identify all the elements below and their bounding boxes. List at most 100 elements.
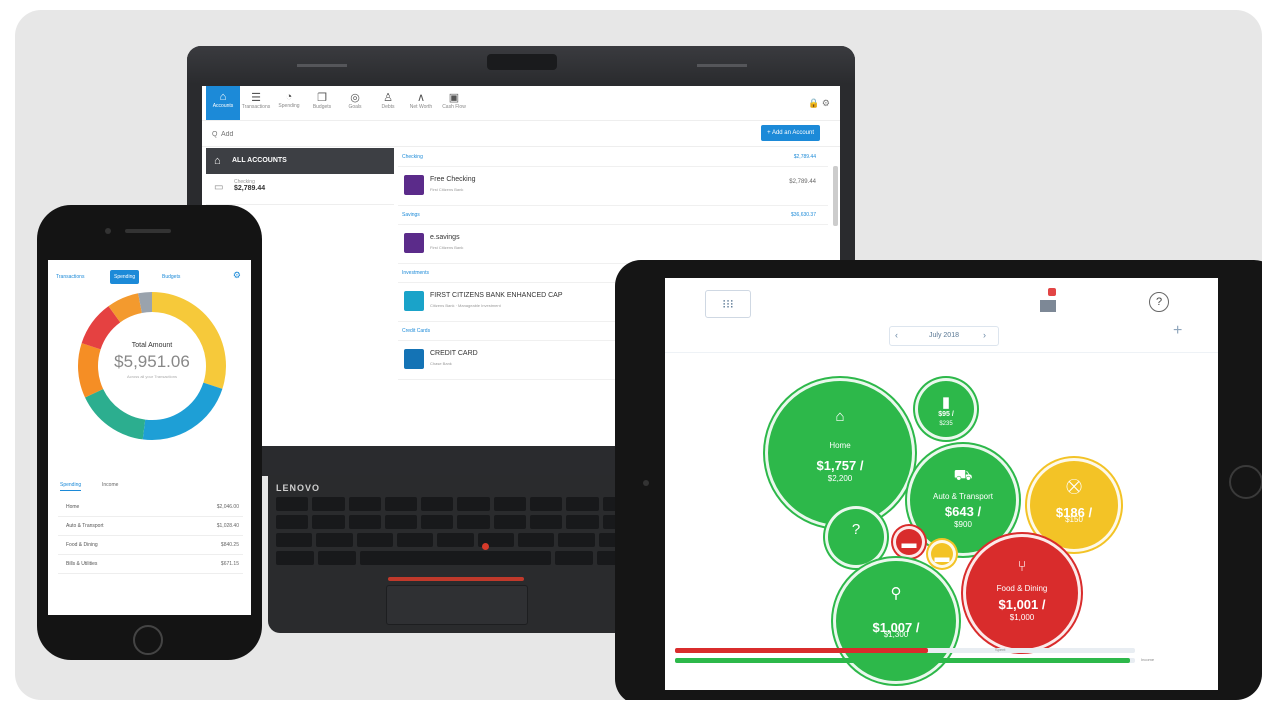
tab-accounts[interactable]: ⌂ Accounts: [206, 86, 240, 120]
bubble-uncategorized[interactable]: ?: [825, 506, 887, 568]
account-logo: [404, 291, 424, 311]
tab-transactions[interactable]: Transactions: [52, 270, 88, 284]
account-amount: $2,789.44: [789, 179, 816, 185]
account-logo: [404, 175, 424, 195]
tab-label: Accounts: [212, 103, 234, 109]
laptop-bezel: [187, 46, 855, 84]
drinks-icon: ▮: [941, 394, 951, 412]
trackpoint[interactable]: [482, 543, 489, 550]
home-button[interactable]: [133, 625, 163, 655]
laptop-toolbar: 🔒 ⚙ ⌂ Accounts ☰ Transactions ◔ Spending ❐ Budg…: [202, 86, 840, 121]
bubble-budget: $150: [1065, 515, 1083, 525]
add-icon[interactable]: +: [1173, 322, 1182, 340]
income-label: Income: [1141, 657, 1155, 662]
debt-icon: ♙: [383, 92, 393, 104]
tab-cash-flow[interactable]: ▣ Cash Flow: [437, 86, 471, 120]
goal-icon: ◎: [350, 92, 360, 104]
bank-icon[interactable]: [1040, 288, 1062, 312]
phone-speaker: [125, 229, 171, 233]
list-item[interactable]: Food & Dining $840.25: [58, 536, 243, 555]
income-bar: [675, 658, 1131, 663]
spending-donut: Total Amount $5,951.06 Across all your T…: [72, 286, 232, 446]
category-value: $1,028.40: [216, 523, 239, 529]
category-list: Home $2,046.00 Auto & Transport $1,028.40 …: [58, 498, 243, 574]
lock-icon[interactable]: 🔒 ⚙: [808, 98, 830, 109]
bar-track: [675, 648, 1135, 653]
bubble-amount: $1,757 /: [816, 458, 864, 473]
bubble-utilities[interactable]: ⚲ $1,007 /$1,300: [833, 558, 959, 684]
bubble-title: Auto & Transport: [932, 491, 994, 501]
touchpad[interactable]: [386, 585, 528, 625]
phone-subtabs: Spending Income: [60, 482, 240, 494]
bubble-amount: $643 /: [944, 504, 982, 520]
bar-track: [675, 658, 1135, 663]
bank-building: [1040, 300, 1056, 312]
all-accounts-label: ALL ACCOUNTS: [232, 157, 287, 164]
sidebar-item-checking[interactable]: ▭ Checking $2,789.44: [206, 174, 394, 205]
auto-transport-icon: ⛟: [953, 467, 973, 485]
list-item[interactable]: Bills & Utilities $671.15: [58, 555, 243, 574]
bubble-food-dining[interactable]: ⑂ Food & Dining $1,001 /$1,000: [963, 534, 1081, 652]
tab-goals[interactable]: ◎ Goals: [338, 86, 372, 120]
tab-debts[interactable]: ♙ Debts: [371, 86, 405, 120]
subtab-income[interactable]: Income: [102, 482, 118, 490]
all-accounts-header[interactable]: ⌂ ALL ACCOUNTS: [206, 148, 394, 174]
next-month-icon[interactable]: ›: [983, 326, 986, 344]
help-icon[interactable]: ?: [1149, 292, 1169, 312]
background-panel: 🔒 ⚙ ⌂ Accounts ☰ Transactions ◔ Spending ❐ Budg…: [15, 10, 1262, 700]
spent-label: Spent: [995, 647, 1006, 652]
bubble-home[interactable]: ⌂ Home $1,757 /$2,200: [765, 378, 915, 528]
search-row: + Add an Account: [202, 120, 840, 147]
key-row: [276, 497, 635, 511]
bubble-misc[interactable]: ▬: [928, 540, 956, 568]
subtab-spending[interactable]: Spending: [60, 482, 82, 491]
search-input[interactable]: [210, 126, 414, 142]
add-account-button[interactable]: + Add an Account: [761, 125, 820, 141]
tab-spending[interactable]: ◔ Spending: [272, 86, 306, 120]
account-row[interactable]: e.savings First Citizens Bank: [398, 225, 828, 264]
pie-icon: ◔: [285, 91, 293, 103]
account-name: CREDIT CARD: [430, 350, 478, 357]
laptop-camera: [487, 54, 557, 70]
budget-icon: ❐: [317, 92, 327, 104]
tab-label: Transactions: [241, 104, 271, 110]
laptop-keyboard: LENOVO: [268, 475, 643, 633]
hinge-right: [697, 64, 747, 67]
category-name: Bills & Utilities: [66, 561, 98, 567]
laptop-brand: LENOVO: [276, 483, 321, 493]
bubble-drinks[interactable]: ▮ $95 / $235: [915, 378, 977, 440]
account-institution: Chase Bank: [430, 361, 452, 366]
tab-budgets[interactable]: Budgets: [158, 270, 184, 284]
tab-spending[interactable]: Spending: [110, 270, 140, 284]
donut-center: Total Amount $5,951.06 Across all your T…: [72, 286, 232, 446]
bubble-budget: $1,300: [883, 630, 909, 640]
tablet-camera: [643, 480, 649, 486]
prev-month-icon[interactable]: ‹: [895, 326, 898, 344]
bubble-title: Food & Dining: [996, 584, 1048, 594]
bubble-budget: $235: [939, 420, 953, 427]
notification-badge: [1048, 288, 1056, 296]
trackpad-buttons[interactable]: [388, 577, 524, 581]
key-row: [276, 533, 635, 547]
tab-net-worth[interactable]: ∧ Net Worth: [404, 86, 438, 120]
grid-icon[interactable]: ⁝⁝⁝: [705, 290, 751, 318]
gear-icon[interactable]: ⚙: [233, 270, 241, 281]
section-total: $36,630.37: [790, 212, 816, 218]
sidebar-item-amount: $2,789.44: [234, 185, 266, 192]
total-label: Total Amount: [131, 342, 173, 349]
tab-transactions[interactable]: ☰ Transactions: [239, 86, 273, 120]
list-item[interactable]: Auto & Transport $1,028.40: [58, 517, 243, 536]
section-header: Checking $2,789.44: [398, 148, 828, 167]
category-name: Food & Dining: [66, 542, 98, 548]
list-item[interactable]: Home $2,046.00: [58, 498, 243, 517]
scrollbar[interactable]: [833, 166, 838, 226]
list-icon: ☰: [251, 92, 261, 104]
tab-budgets[interactable]: ❐ Budgets: [305, 86, 339, 120]
phone-camera: [105, 228, 111, 234]
utilities-icon: ⚲: [890, 584, 902, 602]
bubble-bills[interactable]: ▬: [893, 526, 925, 558]
account-row[interactable]: Free Checking First Citizens Bank $2,789.4…: [398, 167, 828, 206]
bank-icon: ⌂: [214, 155, 221, 167]
home-button[interactable]: [1229, 465, 1262, 499]
bubble-amount: $1,001 /: [998, 597, 1046, 613]
